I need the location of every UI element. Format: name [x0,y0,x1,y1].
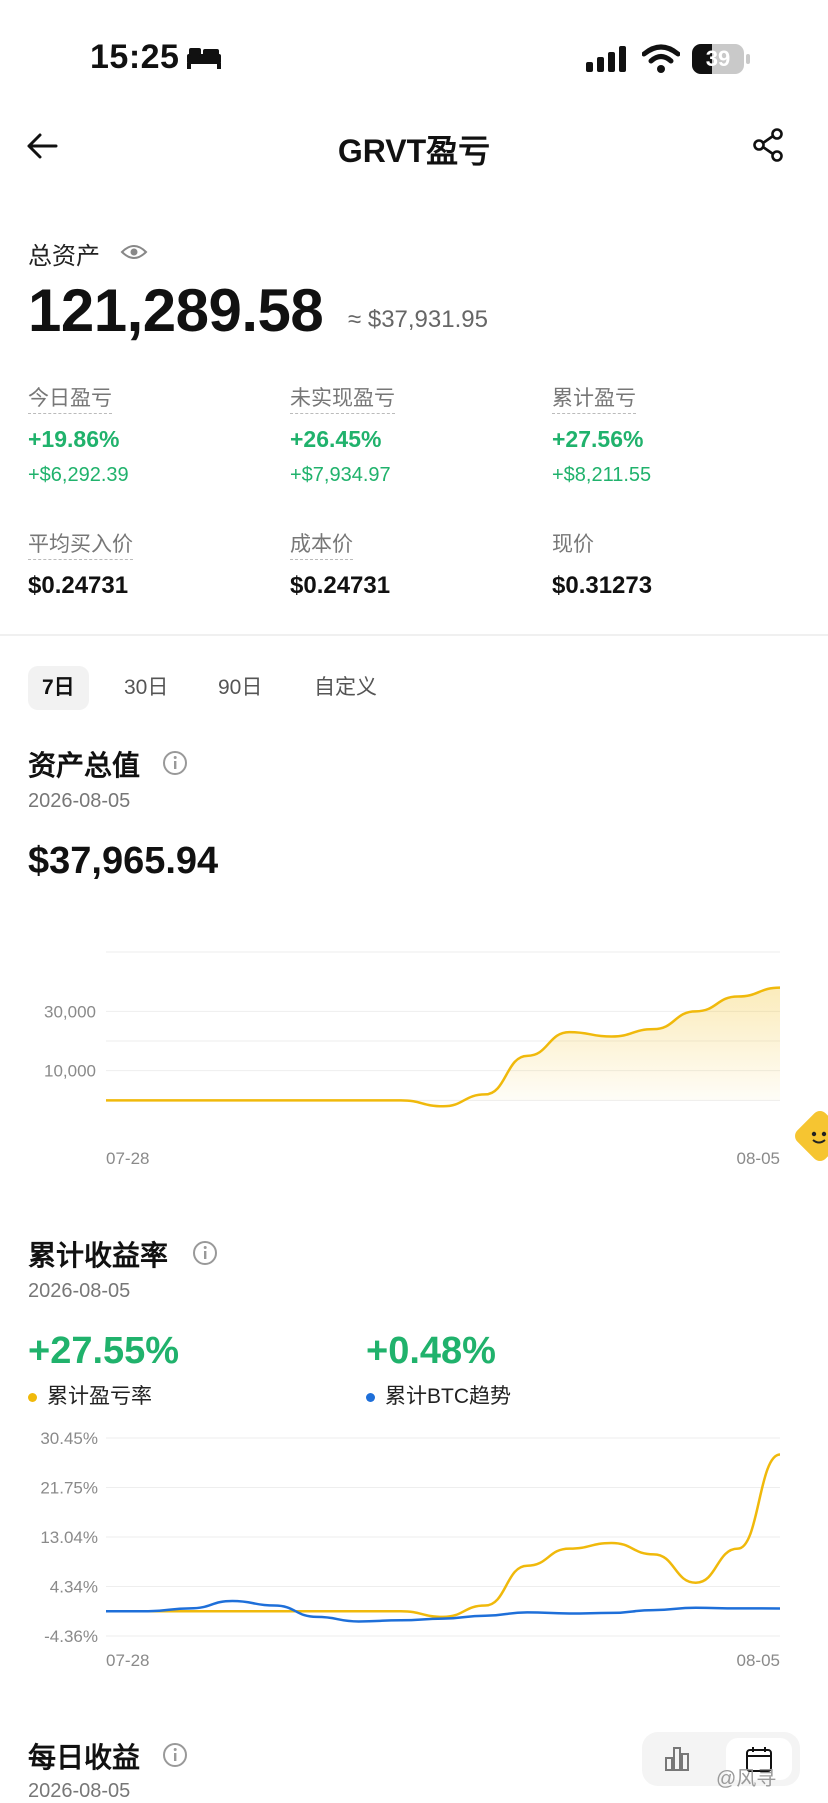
pnl-rate-value: +27.55% [28,1330,180,1372]
watermark-text: @风寻 [716,1768,777,1790]
legend-pnl-rate: 累计盈亏率 [28,1380,152,1410]
tab-custom[interactable]: 自定义 [300,666,391,710]
unrealized-pnl-pct: +26.45% [290,426,382,452]
floating-assistant-icon[interactable] [792,1108,828,1161]
cumulative-pnl-amount: +$8,211.55 [552,464,652,486]
share-icon[interactable] [752,128,786,167]
y-tick-label: 13.04% [40,1528,98,1547]
total-assets-usd: ≈ $37,931.95 [348,306,488,333]
battery-indicator: 39 [692,44,750,74]
cost-price-label[interactable]: 成本价 [290,533,353,560]
info-icon[interactable] [162,750,188,781]
unrealized-pnl-amount: +$7,934.97 [290,464,391,486]
cellular-signal-icon [586,46,630,79]
today-pnl-amount: +$6,292.39 [28,464,129,486]
cumulative-return-chart[interactable]: 30.45% 21.75% 13.04% 4.34% -4.36% 07-28 08-05 [0,1424,828,1674]
y-tick-label: -4.36% [44,1627,98,1646]
cumulative-return-date: 2026-08-05 [28,1280,131,1302]
tab-30d[interactable]: 30日 [110,666,182,710]
tab-7d[interactable]: 7日 [28,666,89,710]
daily-return-title: 每日收益 [28,1742,141,1773]
cost-price-value: $0.24731 [290,572,391,599]
status-time: 15:25 [90,38,180,76]
avg-buy-price-value: $0.24731 [28,572,129,599]
y-tick-label: 4.34% [50,1578,98,1597]
asset-total-value: $37,965.94 [28,840,219,882]
cumulative-pnl-label[interactable]: 累计盈亏 [552,387,636,414]
x-tick-label: 08-05 [737,1651,780,1670]
x-tick-label: 08-05 [737,1149,780,1168]
asset-total-date: 2026-08-05 [28,790,131,812]
btc-trend-value: +0.48% [366,1330,496,1372]
sleep-focus-icon [186,46,222,75]
section-divider [0,634,828,636]
today-pnl-label[interactable]: 今日盈亏 [28,387,112,414]
total-assets-value: 121,289.58 [28,277,324,344]
unrealized-pnl-label[interactable]: 未实现盈亏 [290,387,395,414]
y-tick-label: 30,000 [44,1002,96,1021]
bar-chart-icon[interactable] [662,1744,692,1779]
today-pnl-pct: +19.86% [28,426,120,452]
y-tick-label: 21.75% [40,1478,98,1497]
legend-btc-trend: 累计BTC趋势 [366,1380,511,1410]
current-price-value: $0.31273 [552,572,653,599]
legend-btc-trend-label: 累计BTC趋势 [385,1385,511,1408]
tab-90d[interactable]: 90日 [204,666,276,710]
asset-area-fill [106,987,780,1107]
current-price-label: 现价 [552,533,594,556]
battery-level-text: 39 [705,46,731,71]
info-icon[interactable] [162,1742,188,1773]
cumulative-return-title: 累计收益率 [28,1240,169,1271]
avg-buy-price-label[interactable]: 平均买入价 [28,533,133,560]
wifi-icon [641,44,681,79]
total-assets-label: 总资产 [28,243,100,270]
x-tick-label: 07-28 [106,1651,149,1670]
page-title: GRVT盈亏 [337,133,491,169]
x-tick-label: 07-28 [106,1149,149,1168]
asset-total-chart[interactable]: 30,000 10,000 07-28 08-05 [0,930,828,1170]
info-icon[interactable] [192,1240,218,1271]
eye-icon[interactable] [120,242,148,267]
y-tick-label: 10,000 [44,1062,96,1081]
y-tick-label: 30.45% [40,1429,98,1448]
pnl-rate-line [106,1453,781,1619]
asset-total-title: 资产总值 [28,750,141,781]
cumulative-pnl-pct: +27.56% [552,426,644,452]
legend-pnl-rate-label: 累计盈亏率 [47,1385,152,1408]
